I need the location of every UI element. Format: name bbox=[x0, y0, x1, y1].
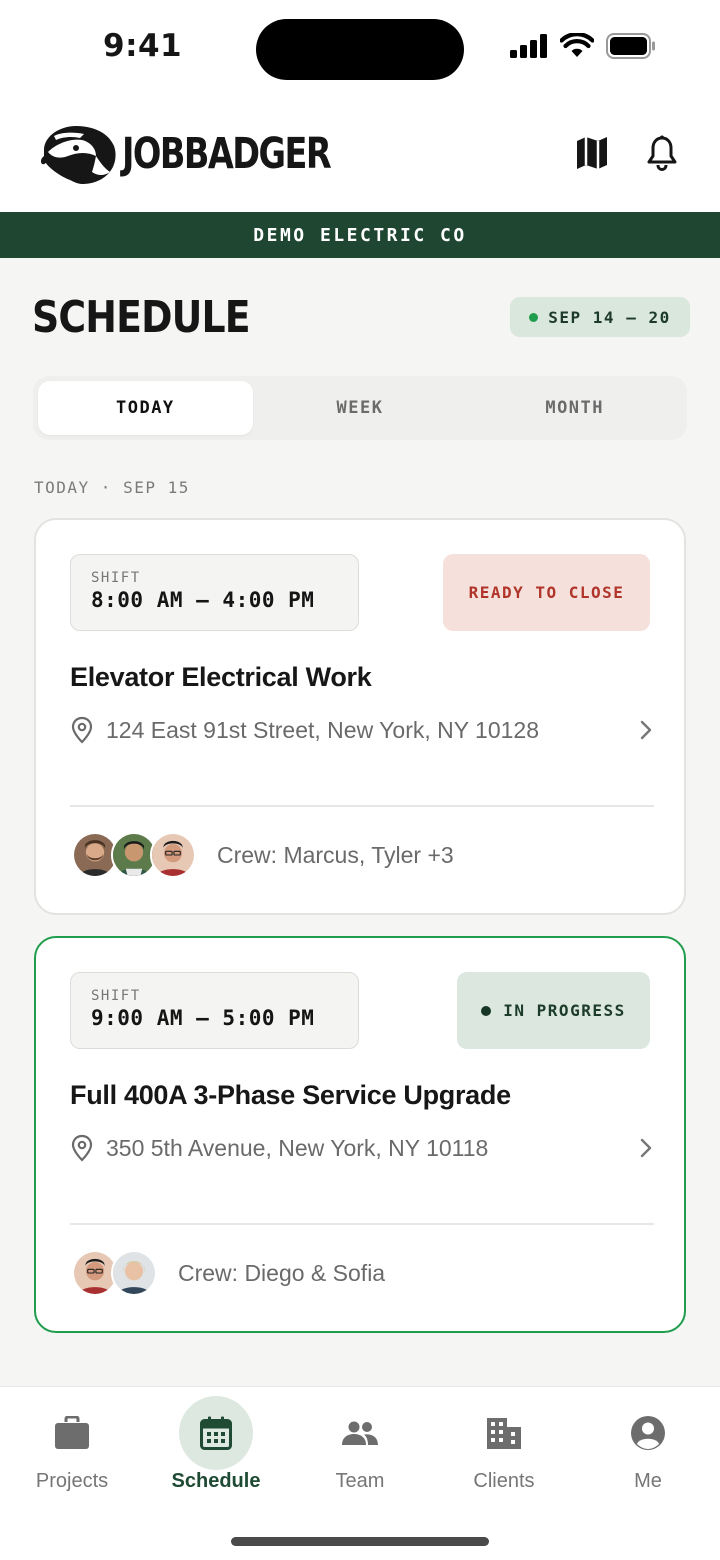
people-icon bbox=[342, 1421, 378, 1445]
page-title: SCHEDULE bbox=[32, 292, 251, 343]
status-icons bbox=[510, 33, 656, 59]
tab-label: Me bbox=[634, 1470, 662, 1492]
nav-tab-projects[interactable]: Projects bbox=[0, 1387, 144, 1507]
job-address: 350 5th Avenue, New York, NY 10118 bbox=[106, 1134, 489, 1161]
status-badge: READY TO CLOSE bbox=[443, 554, 650, 631]
tab-icon-wrap bbox=[611, 1396, 685, 1470]
badger-logo-icon bbox=[40, 126, 116, 184]
chevron-right-icon bbox=[640, 1138, 652, 1158]
status-time: 9:41 bbox=[103, 28, 183, 64]
briefcase-icon bbox=[55, 1416, 89, 1449]
avatar bbox=[150, 832, 196, 878]
job-address-row[interactable]: 350 5th Avenue, New York, NY 10118 bbox=[70, 1130, 654, 1166]
tab-label: Clients bbox=[473, 1470, 535, 1492]
tab-label: Team bbox=[335, 1470, 385, 1492]
calendar-icon bbox=[200, 1416, 232, 1450]
nav-tab-me[interactable]: Me bbox=[576, 1387, 720, 1507]
crew-row[interactable]: Crew: Diego & Sofia bbox=[72, 1250, 385, 1296]
status-dot-icon bbox=[529, 312, 539, 322]
shift-box: SHIFT 9:00 AM – 5:00 PM bbox=[70, 972, 359, 1049]
nav-tab-schedule[interactable]: Schedule bbox=[144, 1387, 288, 1507]
tab-icon-wrap bbox=[35, 1396, 109, 1470]
date-range-pill[interactable]: SEP 14 – 20 bbox=[510, 297, 690, 337]
header-actions bbox=[574, 133, 680, 173]
in-progress-dot-icon bbox=[481, 1005, 492, 1016]
dynamic-island bbox=[256, 19, 464, 80]
tab-label: Projects bbox=[35, 1470, 109, 1492]
section-label: TODAY · SEP 15 bbox=[34, 478, 190, 497]
account-circle-icon bbox=[631, 1416, 665, 1450]
cellular-signal-icon bbox=[510, 34, 547, 58]
location-pin-icon bbox=[71, 1134, 93, 1162]
brand-name: JOBBADGER bbox=[122, 129, 332, 179]
crew-avatars bbox=[72, 832, 196, 878]
card-divider bbox=[70, 1223, 654, 1225]
chevron-right-icon bbox=[640, 720, 652, 740]
brand-logo[interactable]: JOBBADGER bbox=[38, 122, 389, 186]
crew-avatars bbox=[72, 1250, 157, 1296]
status-badge: IN PROGRESS bbox=[457, 972, 650, 1049]
shift-time: 8:00 AM – 4:00 PM bbox=[91, 588, 315, 612]
job-address-row[interactable]: 124 East 91st Street, New York, NY 10128 bbox=[70, 712, 654, 748]
tab-icon-wrap bbox=[179, 1396, 253, 1470]
shift-label: SHIFT bbox=[91, 570, 141, 586]
job-card[interactable]: SHIFT 9:00 AM – 5:00 PM IN PROGRESS Full… bbox=[34, 936, 686, 1333]
tab-icon-wrap bbox=[467, 1396, 541, 1470]
job-card[interactable]: SHIFT 8:00 AM – 4:00 PM READY TO CLOSE E… bbox=[34, 518, 686, 915]
wifi-icon bbox=[560, 33, 594, 57]
shift-box: SHIFT 8:00 AM – 4:00 PM bbox=[70, 554, 359, 631]
status-badge-label: IN PROGRESS bbox=[503, 1001, 626, 1020]
job-address: 124 East 91st Street, New York, NY 10128 bbox=[106, 716, 540, 743]
building-icon bbox=[487, 1418, 521, 1449]
card-divider bbox=[70, 805, 654, 807]
crew-text: Crew: Diego & Sofia bbox=[178, 1259, 386, 1286]
map-button[interactable] bbox=[574, 133, 610, 173]
nav-tab-team[interactable]: Team bbox=[288, 1387, 432, 1507]
company-banner: DEMO ELECTRIC CO bbox=[0, 212, 720, 258]
home-indicator bbox=[231, 1537, 489, 1546]
tab-today[interactable]: TODAY bbox=[38, 381, 253, 435]
map-icon bbox=[577, 137, 607, 169]
avatar bbox=[111, 1250, 157, 1296]
notifications-button[interactable] bbox=[644, 133, 680, 173]
location-pin-icon bbox=[71, 716, 93, 744]
battery-icon bbox=[606, 33, 655, 59]
app-header: JOBBADGER bbox=[0, 100, 720, 212]
shift-time: 9:00 AM – 5:00 PM bbox=[91, 1006, 315, 1030]
bottom-tab-bar: Projects Schedule Team Clients Me bbox=[0, 1386, 720, 1560]
tab-label: Schedule bbox=[171, 1470, 261, 1492]
tab-week[interactable]: WEEK bbox=[253, 381, 468, 435]
view-segmented-control: TODAY WEEK MONTH bbox=[33, 376, 687, 440]
bell-icon bbox=[647, 135, 677, 171]
status-badge-label: READY TO CLOSE bbox=[468, 583, 625, 602]
crew-text: Crew: Marcus, Tyler +3 bbox=[217, 841, 454, 868]
tab-icon-wrap bbox=[323, 1396, 397, 1470]
job-title: Elevator Electrical Work bbox=[70, 662, 372, 692]
status-bar: 9:41 bbox=[0, 0, 720, 100]
job-title: Full 400A 3-Phase Service Upgrade bbox=[70, 1080, 511, 1110]
date-range-text: SEP 14 – 20 bbox=[548, 307, 671, 327]
crew-row[interactable]: Crew: Marcus, Tyler +3 bbox=[72, 832, 454, 878]
shift-label: SHIFT bbox=[91, 988, 141, 1004]
nav-tab-clients[interactable]: Clients bbox=[432, 1387, 576, 1507]
tab-month[interactable]: MONTH bbox=[467, 381, 682, 435]
